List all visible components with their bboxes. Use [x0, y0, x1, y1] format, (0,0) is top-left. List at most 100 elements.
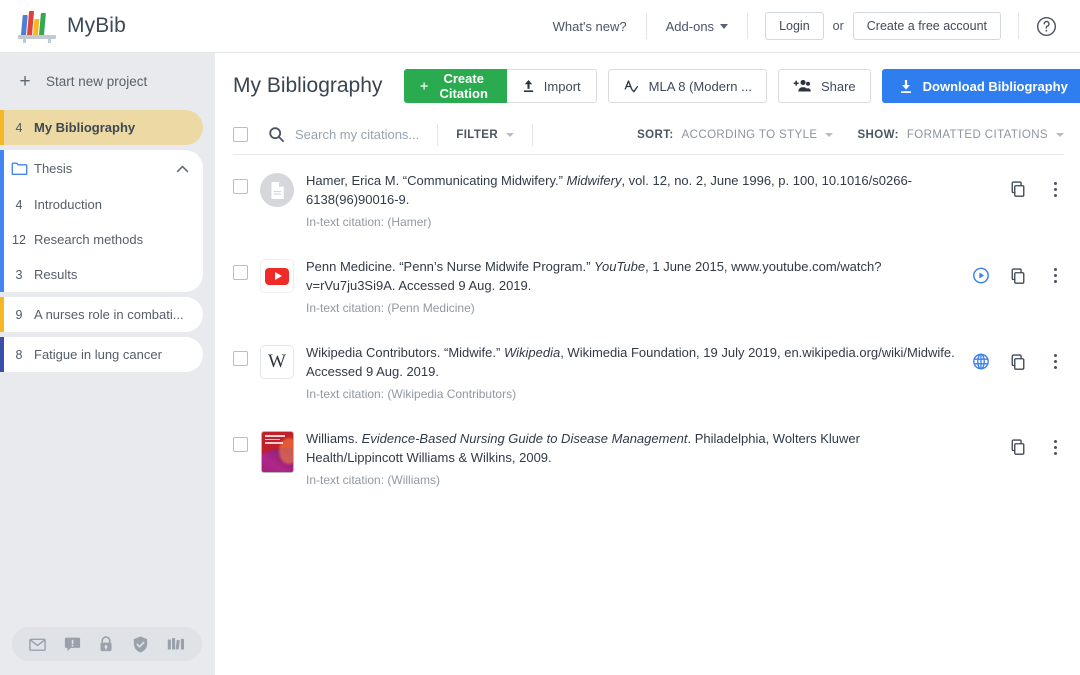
sidebar-item-introduction[interactable]: 4 Introduction [4, 187, 203, 222]
share-button[interactable]: Share [777, 69, 871, 103]
copy-icon[interactable] [1009, 438, 1027, 456]
citation-row[interactable]: Penn Medicine. “Penn’s Nurse Midwife Pro… [233, 241, 1064, 327]
more-vertical-icon[interactable] [1046, 268, 1064, 283]
citation-text: Williams. Evidence-Based Nursing Guide t… [306, 429, 972, 487]
search-icon [269, 127, 285, 143]
bookshelf-logo-icon [18, 9, 56, 43]
citation-row[interactable]: Hamer, Erica M. “Communicating Midwifery… [233, 155, 1064, 241]
citation-count: 9 [15, 307, 23, 322]
chevron-down-icon [825, 132, 834, 137]
brand[interactable]: MyBib [14, 9, 126, 43]
sort-show-group: SORT: ACCORDING TO STYLE SHOW: FORMATTED… [637, 129, 1064, 141]
row-actions [972, 429, 1064, 456]
source-icon [248, 257, 306, 293]
lock-icon[interactable] [97, 635, 115, 654]
citation-count: 3 [15, 267, 23, 282]
select-all-checkbox[interactable] [233, 127, 248, 142]
more-vertical-icon[interactable] [1046, 354, 1064, 369]
filter-bar: Search my citations... FILTER SORT: ACCO… [233, 117, 1064, 155]
sidebar-item-fatigue-lung-cancer[interactable]: 8 Fatigue in lung cancer [0, 337, 203, 372]
help-button[interactable] [1019, 15, 1066, 38]
source-icon: W [248, 343, 306, 379]
divider [532, 123, 534, 146]
more-vertical-icon[interactable] [1046, 439, 1064, 455]
sidebar-group-label: Thesis [34, 161, 73, 176]
show-value: FORMATTED CITATIONS [906, 128, 1048, 141]
row-actions [972, 343, 1064, 371]
app-header: MyBib What's new? Add-ons Login or Creat… [0, 0, 1080, 53]
sidebar-item-results[interactable]: 3 Results [4, 257, 203, 292]
search-box[interactable]: Search my citations... [268, 126, 419, 143]
page-title: My Bibliography [233, 74, 383, 97]
citation-row[interactable]: W Wikipedia Contributors. “Midwife.” Wik… [233, 327, 1064, 413]
row-actions [972, 171, 1064, 198]
create-citation-label: Create Citation [439, 71, 488, 101]
globe-icon[interactable] [972, 352, 990, 371]
books-icon[interactable] [166, 635, 186, 653]
citation-formatted: Penn Medicine. “Penn’s Nurse Midwife Pro… [306, 259, 882, 293]
show-dropdown[interactable]: SHOW: FORMATTED CITATIONS [857, 129, 1064, 141]
create-citation-button[interactable]: Create Citation [404, 69, 507, 103]
download-bibliography-button[interactable]: Download Bibliography [881, 69, 1080, 103]
plus-icon: + [19, 71, 31, 92]
project-list: 4 My Bibliography Thesis 4 Introduction … [0, 110, 215, 372]
filter-label: FILTER [456, 128, 499, 141]
search-input[interactable]: Search my citations... [295, 127, 419, 142]
sidebar-item-label: Introduction [34, 197, 102, 212]
copy-icon[interactable] [1009, 267, 1027, 285]
share-label: Share [820, 78, 856, 94]
whats-new-link[interactable]: What's new? [534, 19, 646, 34]
login-button[interactable]: Login [765, 12, 824, 40]
source-icon [248, 171, 306, 207]
row-checkbox[interactable] [233, 179, 248, 194]
shield-check-icon[interactable] [131, 635, 150, 654]
youtube-icon [260, 259, 294, 293]
row-checkbox[interactable] [233, 351, 248, 366]
more-vertical-icon[interactable] [1046, 181, 1064, 197]
folder-icon [4, 161, 34, 176]
mybib-app: MyBib What's new? Add-ons Login or Creat… [0, 0, 1080, 675]
sidebar-item-research-methods[interactable]: 12 Research methods [4, 222, 203, 257]
sidebar-group-header[interactable]: Thesis [4, 150, 203, 187]
row-checkbox[interactable] [233, 265, 248, 280]
citation-text: Penn Medicine. “Penn’s Nurse Midwife Pro… [306, 257, 972, 315]
citation-style-button[interactable]: MLA 8 (Modern ... [607, 69, 767, 103]
create-account-button[interactable]: Create a free account [852, 12, 1001, 40]
copy-icon[interactable] [1009, 353, 1027, 371]
header-right: What's new? Add-ons Login or Create a fr… [534, 0, 1066, 52]
citation-count: 8 [15, 347, 23, 362]
auth-zone: Login or Create a free account [748, 12, 1018, 40]
chevron-up-icon[interactable] [176, 160, 189, 178]
divider [437, 123, 439, 146]
sidebar-item-nurses-role[interactable]: 9 A nurses role in combati... [0, 297, 203, 332]
sort-label: SORT: [637, 128, 674, 141]
feedback-icon[interactable] [63, 635, 82, 654]
or-label: or [832, 19, 844, 33]
sidebar-item-my-bibliography[interactable]: 4 My Bibliography [0, 110, 203, 145]
sidebar-item-label: Research methods [34, 232, 144, 247]
import-label: Import [543, 78, 581, 94]
start-new-project-button[interactable]: + Start new project [0, 53, 215, 110]
show-label: SHOW: [857, 128, 899, 141]
citation-text: Wikipedia Contributors. “Midwife.” Wikip… [306, 343, 972, 401]
download-label: Download Bibliography [922, 78, 1068, 94]
sidebar-group-thesis: Thesis 4 Introduction 12 Research method… [0, 150, 203, 292]
sort-value: ACCORDING TO STYLE [681, 128, 818, 141]
row-checkbox[interactable] [233, 437, 248, 452]
chevron-down-icon [720, 23, 729, 29]
filter-dropdown[interactable]: FILTER [456, 128, 515, 141]
addons-menu[interactable]: Add-ons [647, 19, 747, 34]
import-button[interactable]: Import [506, 69, 597, 103]
sidebar: + Start new project 4 My Bibliography Th… [0, 53, 215, 675]
citation-row[interactable]: Williams. Evidence-Based Nursing Guide t… [233, 413, 1064, 499]
document-icon [260, 173, 294, 207]
add-person-icon [793, 79, 811, 92]
sort-dropdown[interactable]: SORT: ACCORDING TO STYLE [637, 128, 834, 141]
copy-icon[interactable] [1009, 180, 1027, 198]
brand-name: MyBib [67, 14, 126, 37]
style-check-icon [624, 79, 638, 92]
source-icon [248, 429, 306, 473]
play-circle-icon[interactable] [972, 266, 990, 285]
book-cover-icon [260, 431, 294, 473]
mail-icon[interactable] [28, 635, 47, 654]
